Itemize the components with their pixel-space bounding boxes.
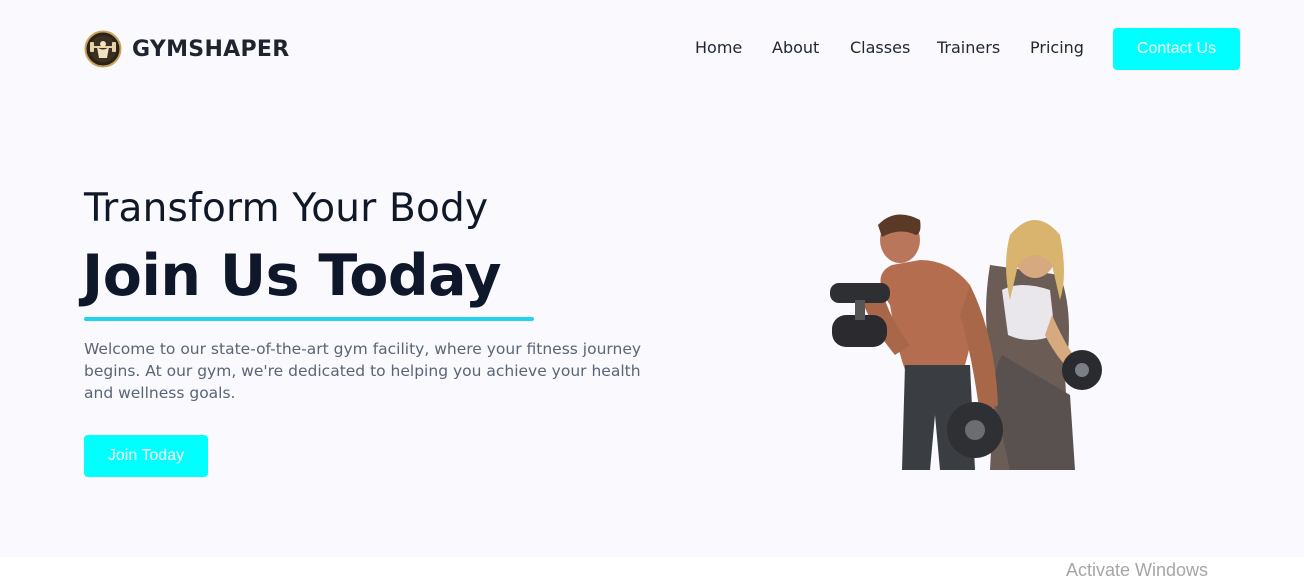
hero-underline bbox=[84, 317, 534, 321]
brand-name: GYMSHAPER bbox=[132, 36, 290, 62]
contact-us-button[interactable]: Contact Us bbox=[1113, 28, 1240, 70]
nav-link-pricing[interactable]: Pricing bbox=[1030, 38, 1084, 57]
nav-link-home[interactable]: Home bbox=[695, 38, 742, 57]
dumbbell-logo-icon bbox=[84, 30, 122, 68]
nav-link-classes[interactable]: Classes bbox=[850, 38, 910, 57]
join-today-button[interactable]: Join Today bbox=[84, 435, 208, 477]
activate-windows-watermark: Activate Windows bbox=[1066, 560, 1209, 580]
hero-title: Join Us Today bbox=[82, 243, 502, 309]
nav-link-trainers[interactable]: Trainers bbox=[937, 38, 1000, 57]
hero-kicker: Transform Your Body bbox=[84, 186, 489, 231]
athletes-image-icon bbox=[830, 214, 1102, 470]
brand[interactable]: GYMSHAPER bbox=[84, 30, 289, 68]
hero-description: Welcome to our state-of-the-art gym faci… bbox=[84, 340, 642, 402]
page-background: GYMSHAPER Home About Classes Trainers Pr… bbox=[0, 0, 1304, 557]
navbar: GYMSHAPER Home About Classes Trainers Pr… bbox=[0, 0, 1304, 100]
nav-link-about[interactable]: About bbox=[772, 38, 819, 57]
